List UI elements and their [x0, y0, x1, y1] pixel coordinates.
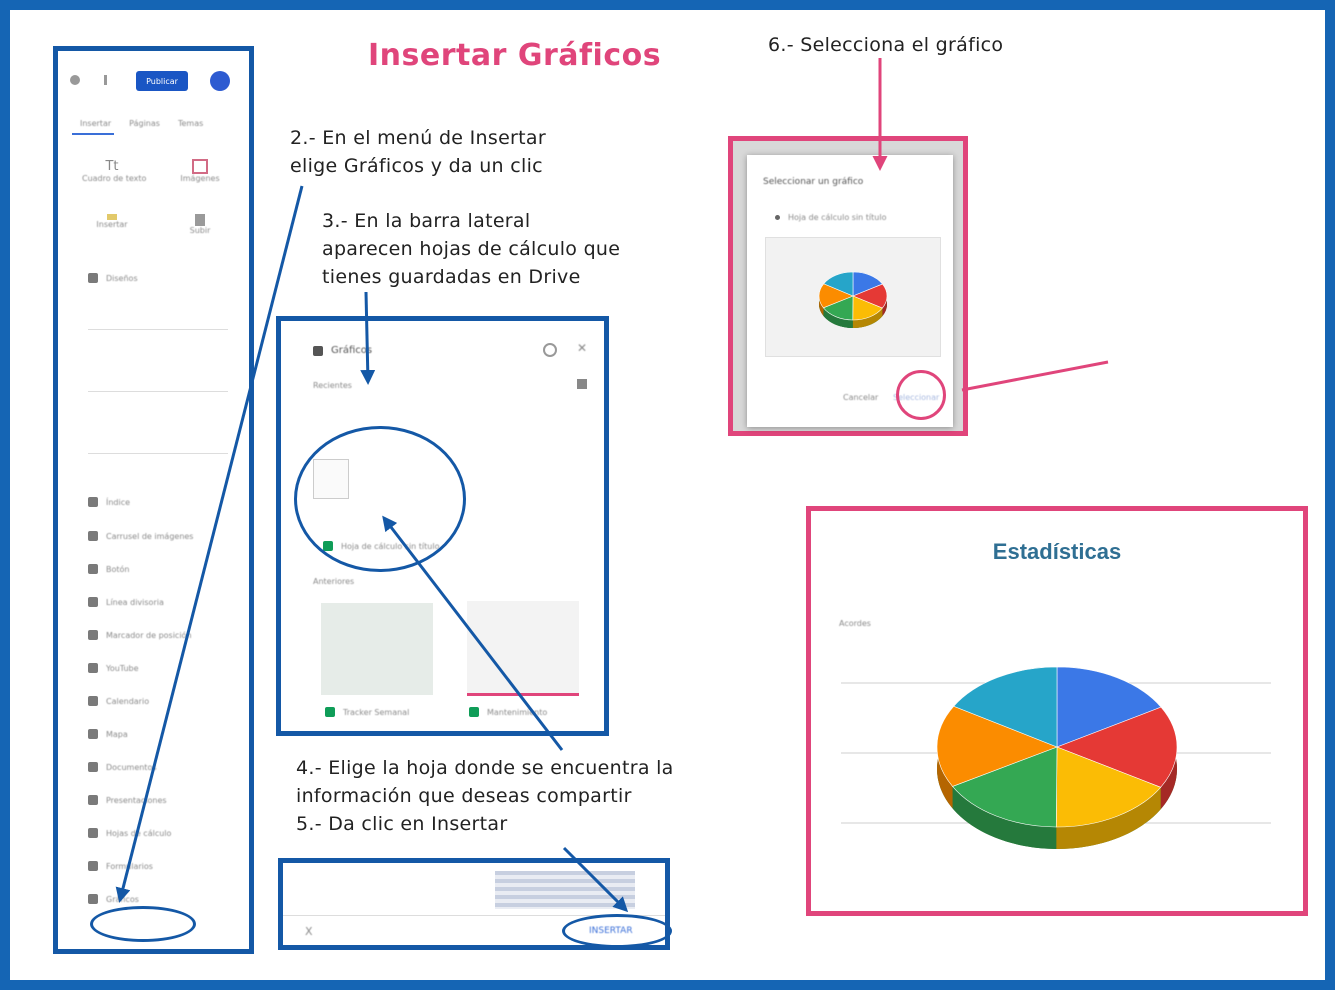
table-of-contents-icon [88, 497, 98, 507]
publish-button[interactable]: Publicar [136, 71, 188, 91]
sheets-file-icon [325, 707, 335, 717]
text-box-icon: Tt [105, 159, 119, 174]
map-icon [88, 729, 98, 739]
cancel-x-button[interactable]: X [305, 925, 313, 938]
sidebar-tabs: Insertar Páginas Temas [80, 119, 203, 128]
upload-icon [195, 214, 205, 226]
sheets-file-icon [469, 707, 479, 717]
docs-icon [88, 762, 98, 772]
carousel-icon [88, 531, 98, 541]
page-title: Insertar Gráficos [368, 38, 662, 73]
youtube-icon [88, 663, 98, 673]
sidebar-item-graficos[interactable]: Gráficos [88, 894, 139, 904]
dialog-option[interactable]: Hoja de cálculo sin título [775, 213, 886, 222]
account-avatar[interactable] [210, 71, 230, 91]
images-tile[interactable]: Imágenes [170, 159, 230, 183]
sheet-item-2[interactable]: Tracker Semanal [325, 707, 409, 717]
sidebar-item-carrusel[interactable]: Carrusel de imágenes [88, 531, 193, 541]
sheet-item-3[interactable]: Mantenimiento [469, 707, 547, 717]
charts-panel-header: Gráficos [313, 345, 372, 356]
calendar-icon [88, 696, 98, 706]
stats-chart-svg [841, 666, 1271, 849]
highlight-sheet [294, 426, 466, 572]
layout-row-3[interactable] [88, 431, 228, 454]
chart-icon [88, 894, 98, 904]
radio-icon [775, 215, 780, 220]
sidebar-item-formularios[interactable]: Formularios [88, 861, 153, 871]
sidebar-item-placeholder[interactable]: Marcador de posición [88, 630, 192, 640]
highlight-graficos-item [90, 906, 196, 942]
sheets-icon [88, 828, 98, 838]
active-tab-indicator [72, 133, 114, 135]
highlight-select-button [896, 370, 946, 420]
sidebar-item-presentaciones[interactable]: Presentaciones [88, 795, 167, 805]
insert-sidebar: Publicar Insertar Páginas Temas Tt Cuadr… [53, 46, 254, 954]
sidebar-item-boton[interactable]: Botón [88, 564, 129, 574]
step-2-text: 2.- En el menú de Insertar elige Gráfico… [290, 127, 546, 177]
upload-tile[interactable]: Subir [170, 214, 230, 235]
tab-temas[interactable]: Temas [178, 119, 203, 128]
layouts-icon [88, 273, 98, 283]
sheet-preview-2[interactable] [321, 603, 433, 695]
chart-preview[interactable] [765, 237, 941, 357]
layout-row-1[interactable] [88, 307, 228, 330]
chart-preview-svg [818, 271, 888, 328]
other-label: Anteriores [313, 577, 355, 586]
slides-icon [88, 795, 98, 805]
tab-insertar[interactable]: Insertar [80, 119, 111, 128]
sidebar-item-youtube[interactable]: YouTube [88, 663, 139, 673]
tab-paginas[interactable]: Páginas [129, 119, 160, 128]
placeholder-icon [88, 630, 98, 640]
step-6-text: 6.- Selecciona el gráfico [768, 34, 1004, 56]
button-icon [88, 564, 98, 574]
step-3-text: 3.- En la barra lateral aparecen hojas d… [322, 210, 621, 288]
text-box-tile[interactable]: Tt Cuadro de texto [82, 159, 146, 183]
sidebar-item-calendario[interactable]: Calendario [88, 696, 149, 706]
grid-view-icon[interactable] [577, 379, 587, 389]
step-4-5-text: 4.- Elige la hoja donde se encuentra la … [296, 757, 674, 835]
highlight-insert-button [562, 914, 672, 948]
embed-tile[interactable]: Insertar [82, 214, 142, 229]
sheet-preview-strip [495, 871, 635, 909]
sheet-preview-3[interactable] [467, 601, 579, 696]
sidebar-item-hojas[interactable]: Hojas de cálculo [88, 828, 171, 838]
layouts-item[interactable]: Diseños [88, 273, 138, 283]
stats-panel: Estadísticas Acordes [806, 506, 1308, 916]
layout-row-2[interactable] [88, 369, 228, 392]
dialog-cancel-button[interactable]: Cancelar [843, 393, 878, 402]
pie-chart [936, 666, 1178, 849]
image-icon [192, 159, 208, 174]
sidebar-item-mapa[interactable]: Mapa [88, 729, 128, 739]
dialog-title: Seleccionar un gráfico [763, 177, 864, 187]
recent-label: Recientes [313, 381, 352, 390]
forms-icon [88, 861, 98, 871]
sidebar-item-divisor[interactable]: Línea divisoria [88, 597, 164, 607]
close-icon[interactable]: ✕ [577, 341, 587, 355]
sidebar-item-documentos[interactable]: Documentos [88, 762, 157, 772]
undo-icon[interactable] [70, 75, 80, 85]
divider-icon [88, 597, 98, 607]
more-icon[interactable] [104, 75, 107, 85]
sidebar-item-indice[interactable]: Índice [88, 497, 130, 507]
search-icon[interactable] [543, 343, 557, 357]
charts-panel-icon [313, 345, 323, 356]
